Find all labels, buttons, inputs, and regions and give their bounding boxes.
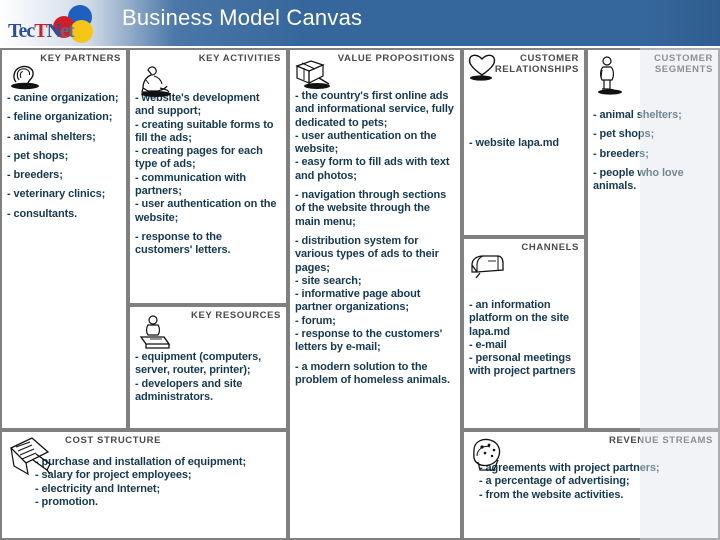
list-item: - a modern solution to the problem of ho… bbox=[295, 360, 450, 386]
list-item: - an information platform on the site la… bbox=[469, 299, 570, 338]
list-item: - distribution system for various types … bbox=[295, 234, 439, 274]
mailbox-icon bbox=[468, 251, 508, 281]
block-revenue-streams: REVENUE STREAMS - agreements with projec… bbox=[462, 430, 720, 540]
key-activities-list: - website's development and support; - c… bbox=[135, 92, 281, 258]
list-item: - easy form to fill ads with text and ph… bbox=[295, 156, 450, 182]
block-value-propositions: VALUE PROPOSITIONS - the country's first… bbox=[288, 48, 462, 540]
worker-person-icon bbox=[136, 64, 174, 98]
computer-person-icon bbox=[136, 315, 176, 353]
list-item: - purchase and installation of equipment… bbox=[35, 456, 247, 468]
list-item: - response to the customers' letters. bbox=[135, 230, 231, 257]
gift-box-icon bbox=[293, 58, 335, 92]
list-item: - the country's first online ads and inf… bbox=[295, 90, 454, 129]
notepad-pen-icon bbox=[6, 436, 56, 480]
block-cost-structure: COST STRUCTURE - purchase and installati… bbox=[0, 430, 288, 540]
block-customer-relationships: CUSTOMER RELATIONSHIPS - website lapa.md bbox=[462, 48, 586, 237]
block-customer-segments: CUSTOMER SEGMENTS - animal shelters; - p… bbox=[586, 48, 720, 430]
list-item: - site search; bbox=[295, 274, 362, 287]
block-key-partners: KEY PARTNERS - canine organization; - fe… bbox=[0, 48, 128, 430]
list-item: - people who love animals. bbox=[593, 166, 684, 193]
list-item: - canine organization; bbox=[7, 92, 119, 104]
list-item: - informative page about partner organiz… bbox=[295, 288, 421, 314]
list-item: - pet shops; bbox=[7, 149, 69, 162]
list-item: - veterinary clinics; bbox=[7, 188, 106, 201]
list-item: - e-mail bbox=[469, 338, 507, 351]
list-item: - forum; bbox=[295, 314, 336, 327]
money-coins-icon bbox=[468, 436, 516, 480]
list-item: - response to the customers' letters by … bbox=[295, 328, 443, 354]
customer-relationships-list: - website lapa.md bbox=[469, 137, 579, 150]
list-item: - pet shops; bbox=[593, 128, 655, 141]
lightbulb-handshake-icon bbox=[8, 64, 42, 90]
block-channels: CHANNELS - an information platform on th… bbox=[462, 237, 586, 430]
customer-segments-list: - animal shelters; - pet shops; - breede… bbox=[593, 109, 713, 193]
list-item: - promotion. bbox=[35, 495, 98, 508]
list-item: - electricity and Internet; bbox=[35, 482, 161, 495]
list-item: - consultants. bbox=[7, 207, 78, 220]
list-item: - creating suitable forms to fill the ad… bbox=[135, 118, 274, 144]
list-item: - feline organization; bbox=[7, 111, 113, 124]
page-title: Business Model Canvas bbox=[122, 5, 363, 30]
list-item: - equipment (computers, server, router, … bbox=[135, 351, 262, 377]
list-item: - user authentication on the website; bbox=[295, 129, 437, 156]
list-item: - from the website activities. bbox=[479, 488, 624, 501]
list-item: - animal shelters; bbox=[593, 109, 682, 121]
list-item: - communication with partners; bbox=[135, 171, 247, 198]
list-item: - animal shelters; bbox=[7, 130, 96, 143]
list-item: - developers and site administrators. bbox=[135, 377, 243, 403]
logo-wordmark: TecTNet bbox=[8, 20, 75, 42]
tectnet-logo: TecTNet bbox=[6, 2, 121, 46]
slide-header: TecTNet Business Model Canvas bbox=[0, 0, 720, 46]
channels-list: - an information platform on the site la… bbox=[469, 299, 579, 379]
business-model-canvas-slide: TecTNet Business Model Canvas KEY PARTNE… bbox=[0, 0, 720, 540]
heart-icon bbox=[466, 52, 500, 82]
key-resources-list: - equipment (computers, server, router, … bbox=[135, 351, 281, 404]
list-item: - creating pages for each type of ads; bbox=[135, 145, 263, 171]
block-key-activities: KEY ACTIVITIES - website's development a… bbox=[128, 48, 288, 305]
list-item: - salary for project employees; bbox=[35, 469, 192, 482]
list-item: - breeders; bbox=[7, 169, 63, 182]
value-propositions-list: - the country's first online ads and inf… bbox=[295, 90, 455, 387]
list-item: - personal meetings with project partner… bbox=[469, 352, 576, 378]
block-key-resources: KEY RESOURCES - equipment (computers, se… bbox=[128, 305, 288, 430]
list-item: - breeders; bbox=[593, 147, 649, 160]
list-item: - website lapa.md bbox=[469, 137, 559, 149]
key-partners-list: - canine organization; - feline organiza… bbox=[7, 92, 121, 221]
key-partners-title: KEY PARTNERS bbox=[40, 53, 121, 64]
list-item: - user authentication on the website; bbox=[135, 198, 277, 224]
list-item: - navigation through sections of the web… bbox=[295, 189, 447, 228]
key-activities-title: KEY ACTIVITIES bbox=[198, 53, 281, 64]
standing-person-icon bbox=[594, 56, 626, 96]
